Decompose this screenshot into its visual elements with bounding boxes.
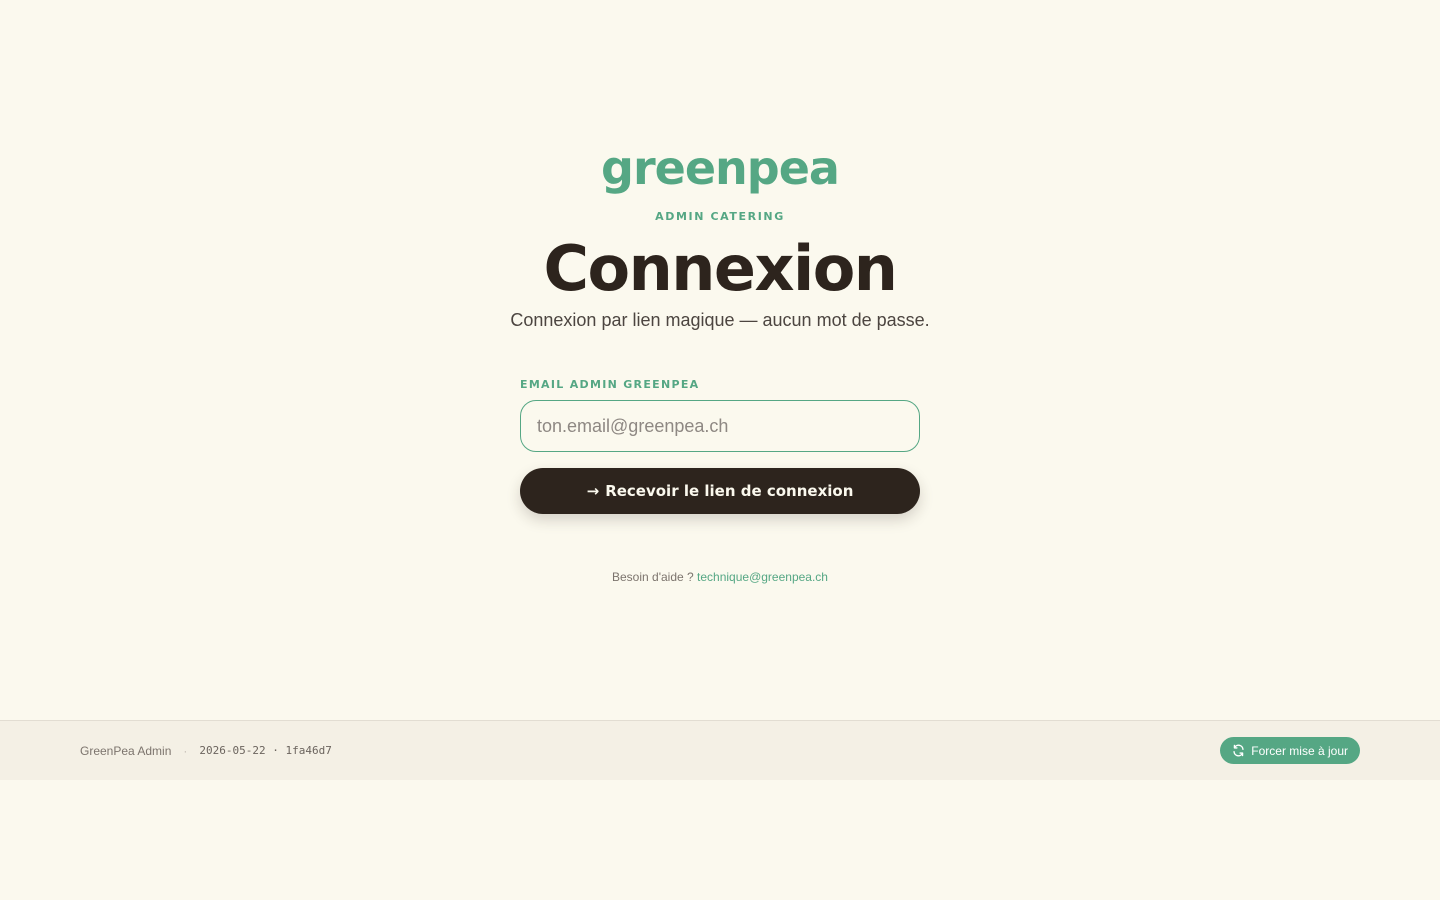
app-eyebrow: ADMIN CATERING (655, 210, 785, 223)
refresh-icon (1232, 744, 1245, 757)
login-form: EMAIL ADMIN GREENPEA → Recevoir le lien … (520, 378, 920, 514)
email-label: EMAIL ADMIN GREENPEA (520, 378, 700, 391)
help-text: Besoin d'aide ? technique@greenpea.ch (612, 570, 828, 584)
force-update-label: Forcer mise à jour (1251, 743, 1348, 758)
footer-version: 2026-05-22 · 1fa46d7 (199, 744, 332, 757)
force-update-button[interactable]: Forcer mise à jour (1220, 737, 1360, 764)
help-prompt: Besoin d'aide ? (612, 570, 694, 584)
greenpea-logo: greenpea (601, 141, 840, 195)
login-page: greenpea ADMIN CATERING Connexion Connex… (0, 0, 1440, 900)
email-field[interactable] (520, 400, 920, 452)
send-magic-link-label: Recevoir le lien de connexion (605, 482, 854, 500)
page-title: Connexion (543, 232, 898, 305)
arrow-right-icon: → (586, 482, 600, 500)
send-magic-link-button[interactable]: → Recevoir le lien de connexion (520, 468, 920, 514)
footer-separator: · (183, 743, 188, 758)
login-panel: greenpea ADMIN CATERING Connexion Connex… (510, 140, 929, 584)
footer-app-name: GreenPea Admin (80, 743, 172, 758)
support-email-link[interactable]: technique@greenpea.ch (697, 570, 828, 584)
page-subtitle: Connexion par lien magique — aucun mot d… (510, 310, 930, 330)
footer: GreenPea Admin · 2026-05-22 · 1fa46d7 Fo… (0, 720, 1440, 780)
